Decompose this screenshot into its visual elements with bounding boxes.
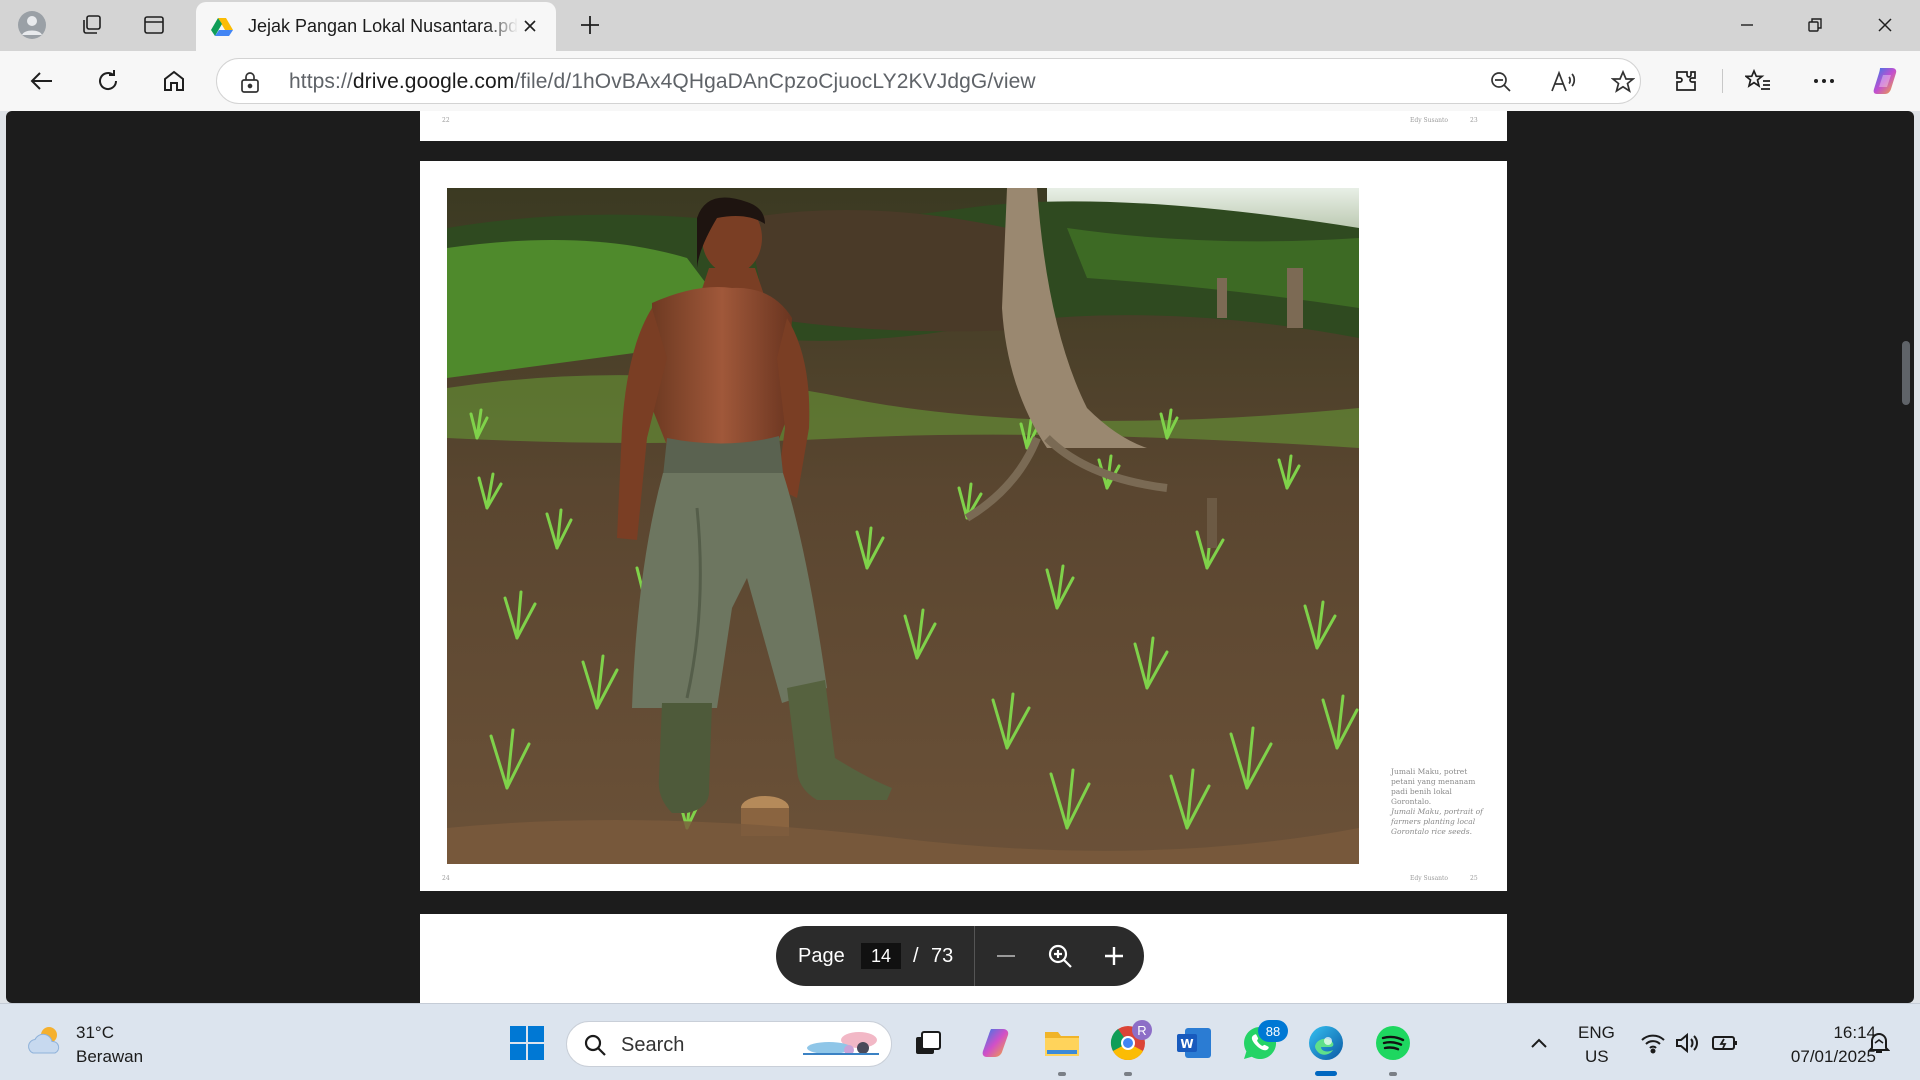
copilot-taskbar-icon[interactable] xyxy=(976,1022,1018,1064)
toolbar-divider xyxy=(974,926,975,986)
workspaces-icon[interactable] xyxy=(74,9,110,41)
navigation-bar: https://drive.google.com/file/d/1hOvBAx4… xyxy=(0,51,1920,111)
weather-temperature[interactable]: 31°C xyxy=(76,1023,114,1043)
input-language[interactable]: ENG xyxy=(1578,1023,1615,1043)
pdf-page-previous: 22 Edy Susanto 23 xyxy=(420,111,1507,141)
weather-cloudy-icon[interactable] xyxy=(24,1020,66,1062)
zoom-out-button[interactable] xyxy=(989,939,1023,973)
notifications-icon[interactable] xyxy=(1858,1022,1900,1064)
close-window-icon[interactable] xyxy=(1862,8,1908,42)
volume-icon[interactable] xyxy=(1666,1022,1708,1064)
page-author: Edy Susanto xyxy=(1410,875,1449,882)
profile-icon[interactable] xyxy=(14,9,50,41)
refresh-icon[interactable] xyxy=(88,63,128,99)
restore-icon[interactable] xyxy=(1792,8,1838,42)
page-number-right: 25 xyxy=(1470,875,1478,882)
battery-charging-icon[interactable] xyxy=(1704,1022,1746,1064)
google-drive-icon xyxy=(211,17,233,36)
read-aloud-icon[interactable] xyxy=(1547,67,1579,97)
page-label: Page xyxy=(798,945,845,967)
search-highlight-icon xyxy=(803,1032,879,1055)
windows-start-icon[interactable] xyxy=(506,1022,548,1064)
running-indicator xyxy=(1058,1072,1066,1076)
edge-icon[interactable] xyxy=(1305,1022,1347,1064)
copilot-icon[interactable] xyxy=(1866,63,1906,99)
fit-zoom-icon[interactable] xyxy=(1043,939,1077,973)
more-options-icon[interactable] xyxy=(1804,63,1844,99)
vertical-tabs-icon[interactable] xyxy=(136,9,172,41)
spotify-icon[interactable] xyxy=(1372,1022,1414,1064)
weather-description[interactable]: Berawan xyxy=(76,1047,143,1067)
pdf-page-current: Jumali Maku, potret petani yang menanam … xyxy=(420,161,1507,891)
page-number-left: 24 xyxy=(442,875,450,882)
photo-caption: Jumali Maku, potret petani yang menanam … xyxy=(1391,767,1491,837)
back-icon[interactable] xyxy=(22,63,62,99)
url-text[interactable]: https://drive.google.com/file/d/1hOvBAx4… xyxy=(289,70,1036,94)
page-number-left: 22 xyxy=(442,117,450,124)
new-tab-icon[interactable] xyxy=(572,9,608,41)
address-bar[interactable]: https://drive.google.com/file/d/1hOvBAx4… xyxy=(216,58,1641,104)
current-page-input[interactable]: 14 xyxy=(861,943,901,969)
favorite-star-icon[interactable] xyxy=(1607,67,1639,97)
file-explorer-icon[interactable] xyxy=(1041,1022,1083,1064)
page-author: Edy Susanto xyxy=(1410,117,1449,124)
zoom-in-button[interactable] xyxy=(1097,939,1131,973)
minimize-icon[interactable] xyxy=(1724,8,1770,42)
scrollbar-thumb[interactable] xyxy=(1902,341,1910,405)
chevron-up-icon[interactable] xyxy=(1518,1022,1560,1064)
word-icon[interactable]: W xyxy=(1173,1022,1215,1064)
lock-icon[interactable] xyxy=(239,70,261,94)
farmer-photo xyxy=(447,188,1359,864)
task-view-icon[interactable] xyxy=(907,1022,949,1064)
search-icon xyxy=(584,1034,606,1056)
search-label: Search xyxy=(621,1034,685,1056)
caption-indonesian: Jumali Maku, potret petani yang menanam … xyxy=(1391,767,1476,806)
toolbar-separator xyxy=(1722,69,1723,93)
taskbar-search[interactable]: Search xyxy=(566,1021,892,1067)
extensions-icon[interactable] xyxy=(1666,63,1706,99)
total-pages: 73 xyxy=(931,945,954,967)
whatsapp-unread-badge: 88 xyxy=(1258,1020,1288,1042)
active-app-indicator xyxy=(1315,1071,1337,1076)
chrome-profile-badge: R xyxy=(1132,1020,1152,1040)
windows-taskbar: 31°C Berawan Search R W 88 ENG US 16:14 … xyxy=(0,1003,1920,1080)
page-navigation-toolbar: Page 14 / 73 xyxy=(776,926,1144,986)
running-indicator xyxy=(1124,1072,1132,1076)
tab-title: Jejak Pangan Lokal Nusantara.pdf xyxy=(248,16,518,36)
running-indicator xyxy=(1389,1072,1397,1076)
caption-english: Jumali Maku, portrait of farmers plantin… xyxy=(1391,807,1483,836)
svg-text:W: W xyxy=(1180,1037,1193,1051)
page-number-right: 23 xyxy=(1470,117,1478,124)
close-tab-icon[interactable] xyxy=(518,14,542,38)
home-icon[interactable] xyxy=(154,63,194,99)
tab-active[interactable]: Jejak Pangan Lokal Nusantara.pdf xyxy=(196,2,556,51)
favorites-icon[interactable] xyxy=(1738,63,1778,99)
input-region[interactable]: US xyxy=(1585,1047,1609,1067)
pdf-viewer[interactable]: 22 Edy Susanto 23 Jumali Maku, potret pe… xyxy=(6,111,1914,1003)
title-bar: Jejak Pangan Lokal Nusantara.pdf xyxy=(0,0,1920,51)
page-separator: / xyxy=(913,945,919,967)
zoom-out-icon[interactable] xyxy=(1485,67,1517,97)
